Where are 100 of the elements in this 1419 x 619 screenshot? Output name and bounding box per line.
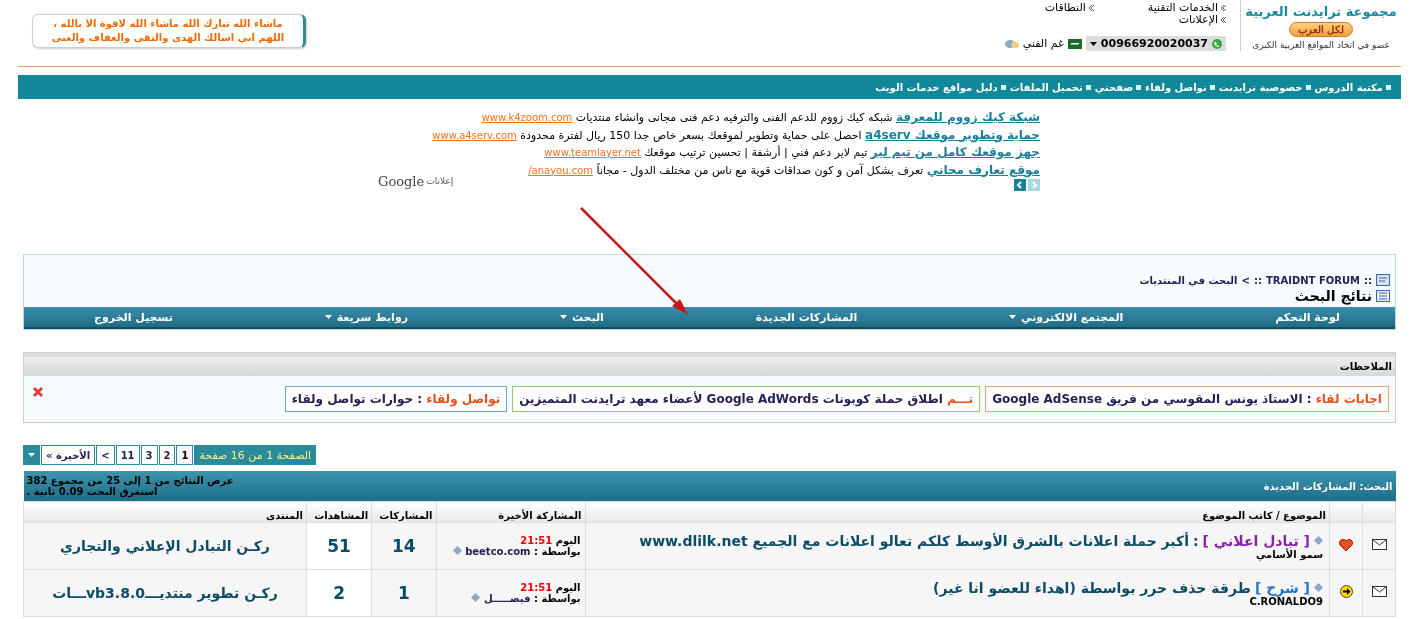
support-label: غم الفني: [1022, 37, 1064, 50]
dua-banner: ماشاء الله تبارك الله ماشاء الله لاقوة الا بالله ، اللهم اني اسالك الهدى والتقى والعفاف والغنى: [32, 14, 306, 48]
ad-url-link[interactable]: www.teamlayer.net: [544, 147, 641, 158]
post-time: 21:51: [520, 535, 553, 546]
bullet-icon: [1305, 84, 1311, 90]
menu-item[interactable]: لوحة التحكم: [1275, 310, 1340, 324]
menu-item[interactable]: تسجيل الخروج: [94, 310, 173, 324]
pagination-menu-button[interactable]: [23, 445, 40, 465]
header-link[interactable]: النطاقات: [1004, 2, 1094, 14]
post-time: 21:51: [520, 582, 553, 593]
page-link[interactable]: 2: [158, 445, 176, 465]
logo-badge[interactable]: لكل العرب: [1289, 22, 1353, 37]
nav-link[interactable]: صفحتي: [1094, 81, 1142, 93]
by-label: بواسطة :: [533, 593, 581, 604]
chat-icon: [1004, 38, 1019, 49]
breadcrumb-link[interactable]: TRAIDNT FORUM: [1265, 274, 1360, 286]
ad-text: شبكه كيك زووم للدعم الفنى والترفيه دعم فنى مجانى وانشاء منتديات: [575, 111, 893, 124]
page-link[interactable]: الأخيرة »: [41, 445, 96, 465]
ad-url-link[interactable]: www.a4serv.com: [432, 129, 517, 141]
menu-item[interactable]: المجتمع الالكتروني: [1009, 310, 1124, 324]
header-link[interactable]: الخدمات التقنية: [1107, 2, 1226, 14]
separator: ::: [1364, 274, 1372, 286]
notes-header: الملاحظات: [24, 353, 1395, 376]
results-range: عرض النتائج من 1 إلى 25 من مجموع 382: [26, 475, 235, 486]
search-value: المشاركات الجديدة: [1263, 480, 1356, 492]
page-link[interactable]: 3: [140, 445, 158, 465]
column-header: الموضوع / كاتب الموضوع: [585, 501, 1330, 523]
topic-link[interactable]: طرقة حذف حرر بواسطة (اهداء للعضو انا غير): [933, 579, 1251, 596]
phone-icon: [1212, 38, 1222, 49]
menu-item[interactable]: روابط سريعة: [324, 310, 409, 324]
ad-url-link[interactable]: www.k4zoom.com: [481, 112, 573, 123]
diamond-icon: [1314, 536, 1323, 545]
envelope-icon: [1371, 539, 1387, 550]
bullet-icon: [1085, 84, 1091, 90]
bullet-icon: [1209, 84, 1215, 90]
by-label: بواسطة :: [533, 546, 581, 557]
nav-link[interactable]: مكتبة الدروس: [1314, 81, 1391, 93]
bullet-icon: [1386, 84, 1391, 90]
page-link[interactable]: 1: [176, 445, 194, 465]
phone-number: 00966920020037: [1100, 37, 1208, 50]
chevron-icon: [1088, 5, 1094, 11]
heart-icon: [1339, 538, 1353, 551]
chevron-icon: [1221, 5, 1226, 11]
notice[interactable]: تـــم اطلاق حملة كوبونات Google AdWords لأعضاء معهد ترايدنت المتميزين: [512, 386, 981, 412]
ad-title-link[interactable]: موقع تعارف مجاني: [926, 162, 1040, 177]
ad-text: تيم لاير دعم فني | أرشفة | تحسين ترتيب موقعك: [644, 146, 868, 159]
topic-author: سمو الأسامي: [1255, 548, 1323, 560]
post-day: اليوم: [555, 535, 581, 546]
envelope-icon: [1371, 586, 1387, 597]
diamond-icon: [1314, 583, 1323, 592]
page-link[interactable]: >: [96, 445, 115, 465]
page-icon: [1376, 290, 1390, 302]
tagline: عضو في اتحاد المواقع العربية الكبرى: [1251, 40, 1391, 50]
previous-button[interactable]: [1014, 179, 1026, 191]
diamond-icon: [452, 546, 462, 555]
search-label: البحث:: [1359, 480, 1393, 492]
bullet-icon: [1136, 84, 1142, 90]
user-link[interactable]: فيصـــــل: [483, 593, 531, 604]
topic-author: C.RONALDO9: [1249, 595, 1323, 607]
page-summary: الصفحة 1 من 16 صفحة: [194, 445, 317, 465]
logo-title: مجموعة ترايدنت العربية: [1244, 4, 1398, 19]
bullet-icon: [1000, 84, 1006, 90]
page-link[interactable]: 11: [115, 445, 140, 465]
topic-prefix: [ تبادل اعلاني ]: [1202, 532, 1310, 549]
ad-url-link[interactable]: anayou.com/: [528, 164, 594, 176]
header-link[interactable]: الإعلانات: [1107, 14, 1226, 26]
separator: >: [1241, 274, 1250, 286]
flag-icon: [1067, 38, 1082, 49]
nav-link[interactable]: دليل مواقع خدمات الويب: [875, 81, 1006, 93]
post-day: اليوم: [555, 582, 581, 593]
replies-count: 1: [371, 569, 437, 617]
ad-title-link[interactable]: حماية وتطوير موقعك a4serv: [865, 127, 1040, 142]
separator: ::: [1253, 274, 1262, 286]
ad-title-link[interactable]: جهز موقعك كامل من تيم لير: [870, 145, 1040, 159]
ads-label: إعلانات: [426, 176, 454, 186]
menu-item[interactable]: المشاركات الجديدة: [755, 310, 858, 324]
notice[interactable]: تواصل ولقاء : حوارات تواصل ولقاء: [284, 386, 508, 412]
ad-title-link[interactable]: شبكة كيك زووم للمعرفة: [896, 110, 1040, 124]
ad-text: تعرف بشكل آمن و كون صداقات قوية مع ناس من مختلف الدول - مجاناً: [596, 163, 924, 177]
forum-icon: [1376, 274, 1390, 286]
menu-item[interactable]: البحث: [559, 310, 604, 324]
nav-link[interactable]: تحميل الملفات: [1009, 81, 1091, 93]
views-count: 2: [306, 569, 372, 617]
topic-link[interactable]: أكبر حملة اعلانات بالشرق الأوسط كلكم تعالو اعلانات مع الجميع www.dlilk.net: [639, 532, 1189, 549]
diamond-icon: [471, 593, 481, 602]
notice[interactable]: اجابات لقاء : الاستاذ يونس المقوسي من فريق Google AdSense: [985, 386, 1389, 412]
nav-link[interactable]: خصوصية ترايدنت: [1218, 81, 1311, 93]
close-icon[interactable]: [32, 386, 44, 398]
replies-count: 14: [371, 522, 437, 570]
nav-link[interactable]: تواصل ولقاء: [1145, 81, 1215, 93]
user-link[interactable]: beetco.com: [465, 546, 531, 557]
separator: :: [1193, 532, 1199, 549]
ad-text: احصل على حماية وتطوير لموقعك بسعر خاص جدا 150 ريال لفترة محدودة: [520, 128, 862, 142]
caret-icon: [28, 453, 35, 457]
arrow-icon: [1339, 585, 1353, 598]
column-header: المنتدى: [23, 501, 307, 523]
chevron-icon: [1221, 17, 1226, 23]
page-title: نتائج البحث: [1294, 288, 1372, 304]
breadcrumb-link[interactable]: البحث في المنتديات: [1139, 274, 1238, 286]
search-time: استغرق البحث 0.09 ثانية .: [26, 486, 159, 497]
